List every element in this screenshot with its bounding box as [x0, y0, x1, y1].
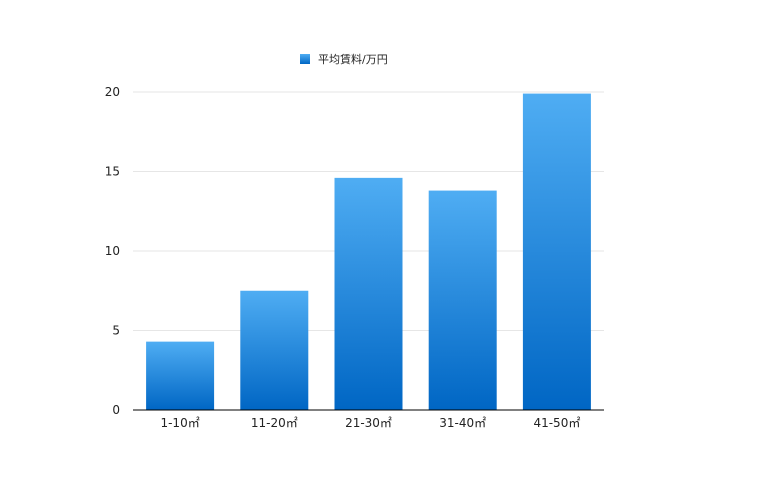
y-tick-label: 0 [112, 403, 120, 417]
x-tick-label: 41-50㎡ [533, 416, 580, 430]
y-tick-label: 15 [105, 165, 120, 179]
x-axis-ticks: 1-10㎡ 11-20㎡ 21-30㎡ 31-40㎡ 41-50㎡ [160, 416, 580, 430]
x-tick-label: 21-30㎡ [345, 416, 392, 430]
y-tick-label: 5 [112, 324, 120, 338]
x-tick-label: 1-10㎡ [160, 416, 199, 430]
bar [146, 341, 215, 410]
legend-label: 平均賃料/万円 [318, 52, 388, 66]
bars [146, 93, 591, 410]
bar-chart: 平均賃料/万円 0 5 10 15 20 1-10㎡ 11-20㎡ 21-30㎡ 31-40㎡… [0, 0, 766, 500]
y-axis-ticks: 0 5 10 15 20 [105, 85, 120, 417]
legend: 平均賃料/万円 [300, 52, 388, 66]
x-tick-label: 31-40㎡ [439, 416, 486, 430]
bar [334, 177, 403, 410]
bar [522, 93, 591, 410]
chart-canvas: 平均賃料/万円 0 5 10 15 20 1-10㎡ 11-20㎡ 21-30㎡ 31-40㎡… [105, 52, 604, 430]
bar [428, 190, 497, 410]
legend-swatch [300, 54, 310, 64]
y-tick-label: 20 [105, 85, 120, 99]
x-tick-label: 11-20㎡ [251, 416, 298, 430]
y-tick-label: 10 [105, 244, 120, 258]
bar [240, 290, 309, 410]
